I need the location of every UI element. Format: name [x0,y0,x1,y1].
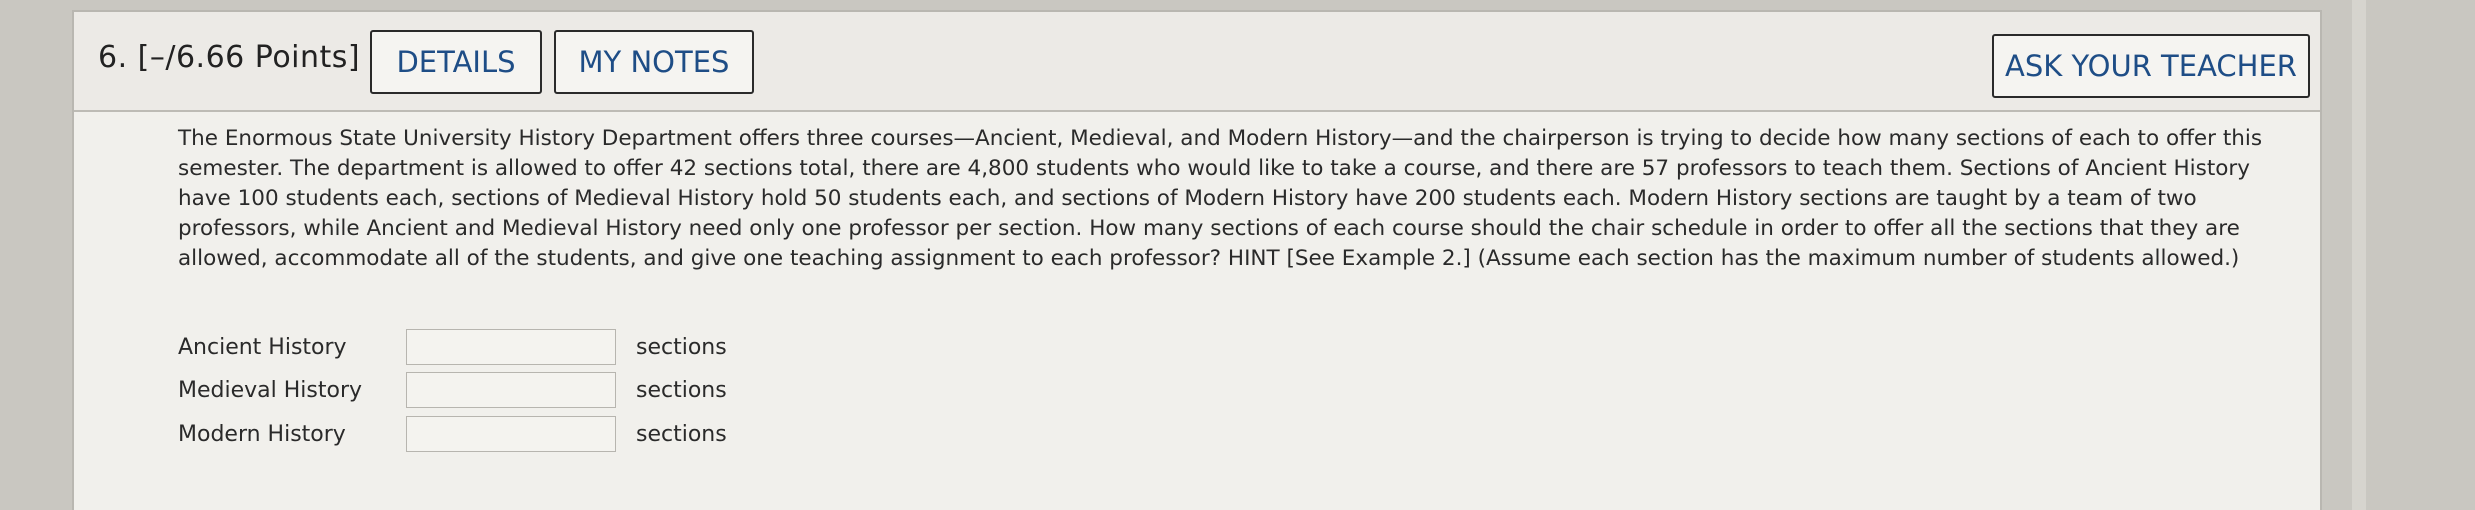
answer-unit: sections [636,422,727,447]
answer-row-medieval: Medieval History sections [178,372,878,412]
answer-label: Medieval History [178,378,363,403]
details-button[interactable]: DETAILS [370,30,542,94]
modern-sections-input[interactable] [406,416,616,452]
question-body: The Enormous State University History De… [178,124,2298,452]
my-notes-button[interactable]: MY NOTES [554,30,754,94]
medieval-sections-input[interactable] [406,372,616,408]
answer-label: Modern History [178,422,346,447]
answer-label: Ancient History [178,335,347,360]
answer-unit: sections [636,335,727,360]
problem-text: The Enormous State University History De… [178,126,2263,271]
ask-your-teacher-button[interactable]: ASK YOUR TEACHER [1992,34,2310,98]
question-number-points: 6. [–/6.66 Points] [98,40,361,75]
question-header: 6. [–/6.66 Points] DETAILS MY NOTES ASK … [74,12,2320,112]
question-panel: 6. [–/6.66 Points] DETAILS MY NOTES ASK … [72,10,2322,510]
ancient-sections-input[interactable] [406,329,616,365]
answer-unit: sections [636,378,727,403]
scrollbar-track[interactable] [2352,0,2366,510]
answer-row-modern: Modern History sections [178,416,878,456]
answer-row-ancient: Ancient History sections [178,329,878,369]
